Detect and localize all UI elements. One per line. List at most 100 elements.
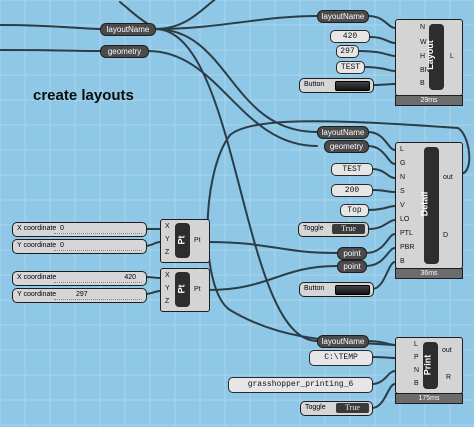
- panel-scale[interactable]: 200: [331, 184, 373, 197]
- layoutname-param[interactable]: layoutName: [100, 23, 156, 36]
- layout-timing: 29ms: [395, 95, 463, 106]
- pt-output[interactable]: Pt: [194, 286, 201, 293]
- detail-input-ptl[interactable]: PTL: [400, 230, 413, 237]
- layout-button[interactable]: Button: [299, 78, 374, 93]
- print-output-r[interactable]: R: [446, 374, 451, 381]
- layout-component[interactable]: N W H BN B Layout L: [395, 19, 463, 96]
- slider-value: 297: [76, 291, 88, 298]
- layout-title: Layout: [424, 40, 435, 70]
- pt-input-y[interactable]: Y: [165, 236, 170, 243]
- pt-input-x[interactable]: X: [165, 272, 170, 279]
- detail-input-l[interactable]: L: [400, 146, 404, 153]
- detail-button[interactable]: Button: [299, 282, 374, 297]
- wire: [371, 383, 396, 409]
- print-toggle[interactable]: Toggle True: [300, 401, 373, 416]
- toggle-label: Toggle: [303, 225, 324, 232]
- panel-height[interactable]: 297: [336, 45, 359, 58]
- y-coordinate-slider[interactable]: Y coordinate 0: [12, 239, 147, 254]
- wire: [365, 247, 396, 267]
- button-face[interactable]: [335, 285, 370, 295]
- detail-input-v[interactable]: V: [400, 202, 405, 209]
- detail-component[interactable]: L G N S V LO PTL PBR B Detail out D: [395, 142, 463, 269]
- slider-track[interactable]: 0: [54, 242, 142, 251]
- toggle-value[interactable]: True: [336, 403, 369, 413]
- detail-input-lo[interactable]: LO: [400, 216, 409, 223]
- wire: [371, 370, 396, 385]
- button-face[interactable]: [335, 81, 370, 91]
- layoutname-param[interactable]: layoutName: [317, 10, 369, 23]
- pt-input-z[interactable]: Z: [165, 298, 169, 305]
- layout-input-n[interactable]: N: [420, 24, 425, 31]
- slider-track[interactable]: 297: [54, 291, 142, 300]
- detail-input-g[interactable]: G: [400, 160, 405, 167]
- slider-label: Y coordinate: [17, 242, 57, 249]
- layout-input-b[interactable]: B: [420, 80, 425, 87]
- point-param[interactable]: point: [337, 247, 367, 260]
- geometry-param[interactable]: geometry: [100, 45, 149, 58]
- wire: [371, 83, 396, 86]
- slider-label: X coordinate: [17, 225, 57, 232]
- wire: [0, 49, 101, 52]
- detail-core: Detail: [419, 147, 439, 264]
- slider-label: X coordinate: [17, 274, 57, 281]
- slider-track[interactable]: 0: [54, 225, 142, 234]
- pt-input-z[interactable]: Z: [165, 249, 169, 256]
- detail-output-out[interactable]: out: [443, 174, 453, 181]
- panel-filename[interactable]: grasshopper_printing_6: [228, 377, 373, 393]
- y-coordinate-slider[interactable]: Y coordinate 297: [12, 288, 147, 303]
- pt-output[interactable]: Pt: [194, 237, 201, 244]
- detail-input-n[interactable]: N: [400, 174, 405, 181]
- wire: [0, 24, 101, 30]
- detail-toggle[interactable]: Toggle True: [298, 222, 369, 237]
- panel-name[interactable]: TEST: [331, 163, 373, 176]
- print-input-p[interactable]: P: [414, 354, 419, 361]
- slider-track[interactable]: 420: [54, 274, 142, 283]
- detail-input-pbr[interactable]: PBR: [400, 244, 414, 251]
- slider-value: 420: [124, 274, 136, 281]
- slider-label: Y coordinate: [17, 291, 57, 298]
- pt-component[interactable]: X Y Z Pt Pt: [160, 268, 210, 312]
- wire: [357, 50, 396, 57]
- pt-title: Pt: [176, 235, 187, 245]
- wire: [371, 189, 396, 193]
- detail-input-s[interactable]: S: [400, 188, 405, 195]
- layout-output-l[interactable]: L: [450, 53, 454, 60]
- print-output-out[interactable]: out: [442, 347, 452, 354]
- pt-component[interactable]: X Y Z Pt Pt: [160, 219, 210, 263]
- detail-output-d[interactable]: D: [443, 232, 448, 239]
- wire: [119, 1, 151, 26]
- pt-core: Pt: [175, 223, 190, 258]
- print-input-b[interactable]: B: [414, 380, 419, 387]
- canvas-heading: create layouts: [33, 87, 134, 104]
- geometry-param[interactable]: geometry: [324, 140, 369, 153]
- print-input-n[interactable]: N: [414, 367, 419, 374]
- x-coordinate-slider[interactable]: X coordinate 420: [12, 271, 147, 286]
- print-component[interactable]: L P N B Print out R: [395, 337, 463, 394]
- panel-text[interactable]: TEST: [336, 61, 365, 74]
- wire: [154, 15, 318, 30]
- toggle-value[interactable]: True: [332, 224, 365, 234]
- detail-input-b[interactable]: B: [400, 258, 405, 265]
- wire: [154, 28, 318, 133]
- pt-input-x[interactable]: X: [165, 223, 170, 230]
- point-param[interactable]: point: [337, 260, 367, 273]
- panel-view[interactable]: Top: [340, 204, 369, 217]
- panel-path[interactable]: C:\TEMP: [309, 350, 373, 366]
- wire: [367, 205, 396, 211]
- layoutname-param[interactable]: layoutName: [317, 126, 369, 139]
- pt-input-y[interactable]: Y: [165, 285, 170, 292]
- detail-title: Detail: [419, 191, 430, 217]
- wire: [371, 356, 396, 359]
- wire: [207, 241, 338, 254]
- wire: [371, 168, 396, 179]
- print-core: Print: [422, 342, 438, 389]
- wire: [147, 50, 318, 147]
- x-coordinate-slider[interactable]: X coordinate 0: [12, 222, 147, 237]
- grasshopper-canvas[interactable]: create layouts layoutName geometry layou…: [0, 0, 474, 427]
- wire: [367, 15, 396, 29]
- print-input-l[interactable]: L: [414, 341, 418, 348]
- button-label: Button: [304, 285, 325, 292]
- layoutname-param[interactable]: layoutName: [317, 335, 369, 348]
- panel-width[interactable]: 420: [330, 30, 370, 43]
- button-label: Button: [304, 81, 325, 88]
